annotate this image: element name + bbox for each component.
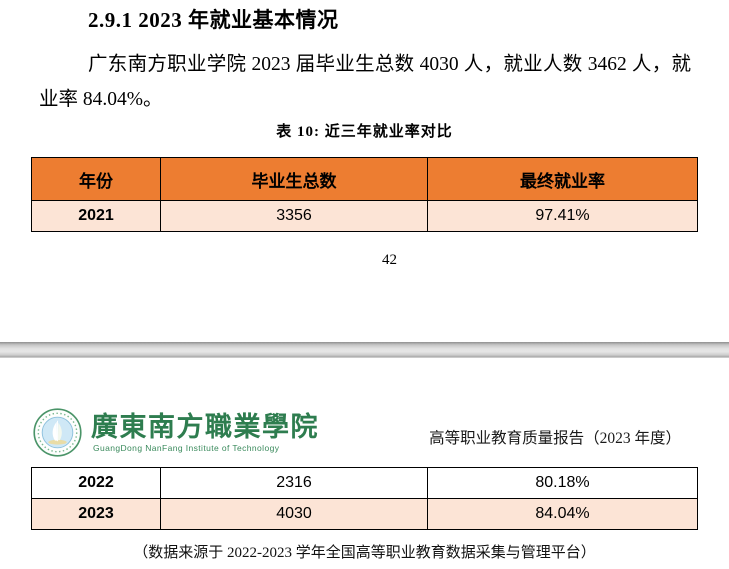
table-header-row: 年份 毕业生总数 最终就业率: [31, 157, 698, 201]
cell-year: 2022: [31, 467, 161, 499]
cell-graduates: 4030: [160, 498, 428, 530]
table-caption: 表 10: 近三年就业率对比: [276, 124, 453, 140]
cell-rate: 80.18%: [427, 467, 698, 499]
cell-rate: 84.04%: [427, 498, 698, 530]
school-logo: 廣東南方職業學院 GuangDong NanFang Institute of …: [33, 408, 319, 457]
cell-year: 2023: [31, 498, 161, 530]
table-row-2021: 2021 3356 97.41%: [31, 200, 698, 232]
school-name-en: GuangDong NanFang Institute of Technolog…: [93, 442, 280, 453]
table-row-2022: 2022 2316 80.18%: [31, 467, 698, 499]
footer-note: （数据来源于 2022-2023 学年全国高等职业教育数据采集与管理平台）: [133, 545, 596, 561]
document-page-2: 廣東南方職業學院 GuangDong NanFang Institute of …: [0, 358, 729, 569]
table-row-2023: 2023 4030 84.04%: [31, 498, 698, 530]
col-header-rate: 最终就业率: [427, 157, 698, 201]
school-emblem-icon: [33, 408, 82, 457]
school-name-zh: 廣東南方職業學院: [91, 411, 319, 442]
body-paragraph: 广东南方职业学院 2023 届毕业生总数 4030 人，就业人数 3462 人，…: [39, 54, 691, 110]
report-title: 高等职业教育质量报告（2023 年度）: [429, 430, 681, 447]
cell-rate: 97.41%: [427, 200, 698, 232]
cell-year: 2021: [31, 200, 161, 232]
employment-table-page1: 年份 毕业生总数 最终就业率 2021 3356 97.41%: [31, 157, 698, 232]
page-number: 42: [382, 252, 397, 268]
col-header-graduates: 毕业生总数: [160, 157, 428, 201]
section-heading: 2.9.1 2023 年就业基本情况: [88, 8, 339, 32]
document-page-1: 2.9.1 2023 年就业基本情况 广东南方职业学院 2023 届毕业生总数 …: [0, 0, 729, 342]
cell-graduates: 2316: [160, 467, 428, 499]
cell-graduates: 3356: [160, 200, 428, 232]
col-header-year: 年份: [31, 157, 161, 201]
employment-table-page2: 2022 2316 80.18% 2023 4030 84.04%: [31, 467, 698, 530]
page-separator: [0, 342, 729, 358]
